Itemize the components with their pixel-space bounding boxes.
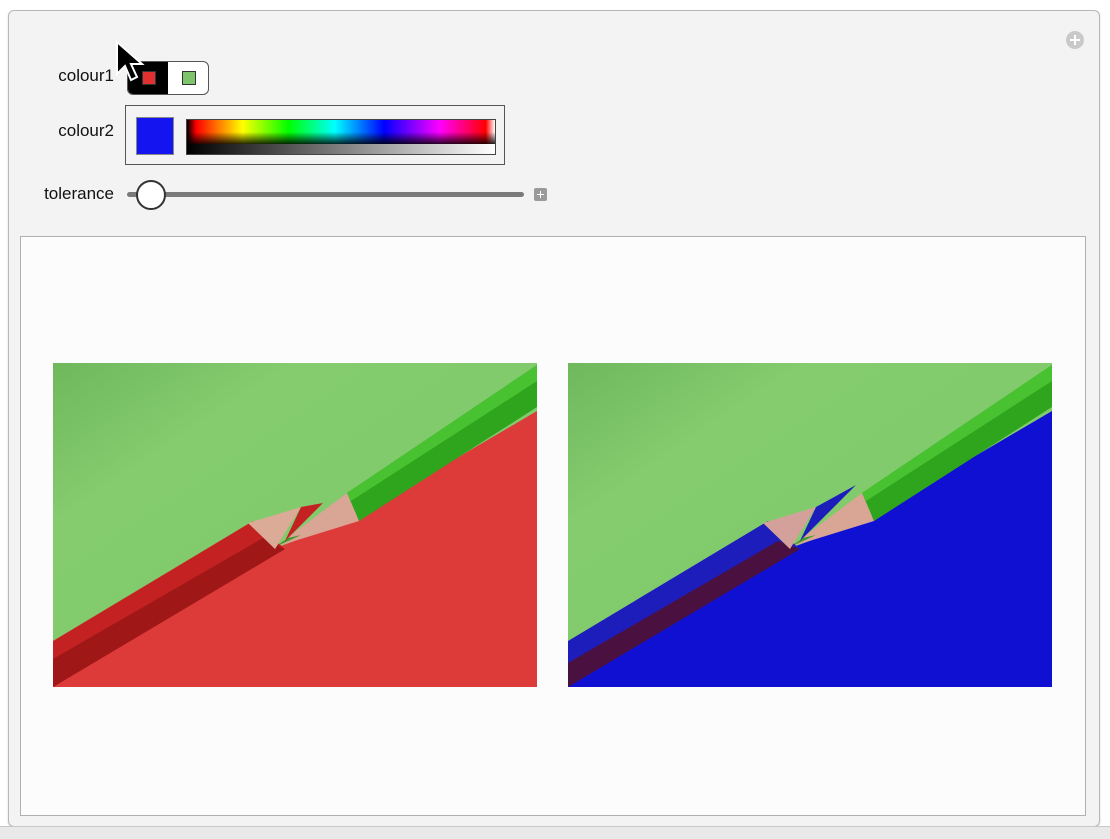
blue-green-pencils-photo-icon	[568, 363, 1052, 687]
add-options-icon[interactable]	[1066, 31, 1084, 49]
colour1-option-red[interactable]	[128, 62, 168, 94]
tolerance-slider-thumb[interactable]	[135, 180, 166, 210]
colour1-setter-bar[interactable]	[127, 61, 209, 95]
green-swatch	[182, 71, 196, 85]
output-pane	[20, 236, 1086, 816]
slider-expand-icon[interactable]	[534, 188, 547, 201]
colour1-label: colour1	[58, 66, 114, 85]
tolerance-label: tolerance	[44, 184, 114, 203]
colour2-label: colour2	[58, 121, 114, 140]
red-green-pencils-photo-icon	[53, 363, 537, 687]
colour2-color-picker	[125, 105, 505, 165]
original-pencils-image	[53, 363, 537, 687]
tolerance-slider-track[interactable]	[127, 192, 524, 197]
colour2-swatch[interactable]	[136, 117, 174, 155]
gray-gradient	[187, 144, 495, 154]
color-spectrum-picker[interactable]	[186, 119, 496, 155]
red-swatch	[142, 71, 156, 85]
colour1-option-green[interactable]	[168, 62, 208, 94]
hue-shade-overlay	[187, 132, 495, 144]
recolored-pencils-image	[568, 363, 1052, 687]
panel-footer-strip	[0, 826, 1110, 839]
